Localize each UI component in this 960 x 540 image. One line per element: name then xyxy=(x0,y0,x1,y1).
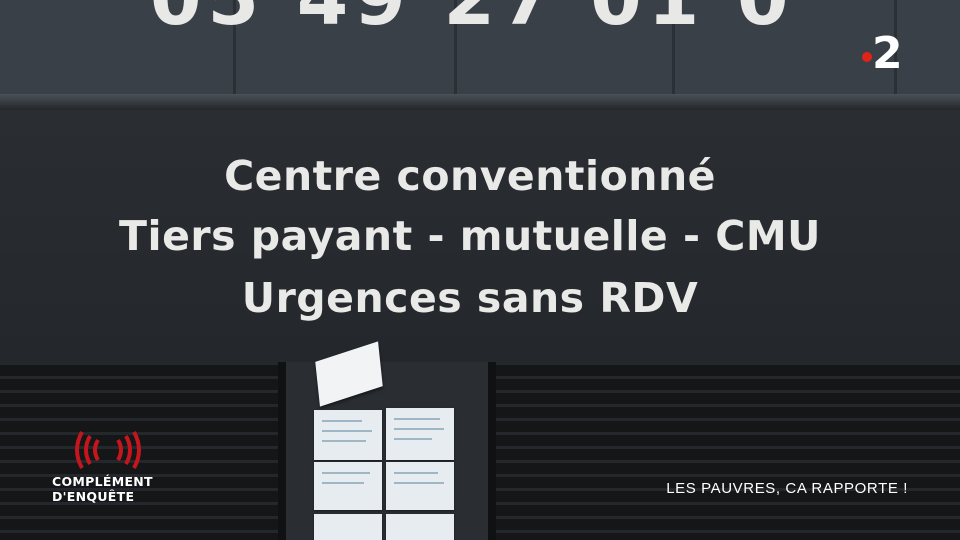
france-2-channel-logo: 2 xyxy=(862,30,910,78)
posted-notice xyxy=(314,462,382,510)
program-logo-line-1: COMPLÉMENT xyxy=(52,474,153,489)
wall-ledge xyxy=(0,94,960,110)
channel-logo-dot xyxy=(862,52,872,62)
program-logo-line-2: D'ENQUÊTE xyxy=(52,489,135,504)
sign-line-2: Tiers payant - mutuelle - CMU xyxy=(119,212,821,260)
shutter-frame xyxy=(278,362,286,540)
episode-title-caption: LES PAUVRES, CA RAPPORTE ! xyxy=(666,480,908,497)
posted-notice xyxy=(386,408,454,460)
sign-line-3: Urgences sans RDV xyxy=(241,274,699,322)
complement-denquete-logo: COMPLÉMENT D'ENQUÊTE xyxy=(52,428,172,508)
sound-waves-icon xyxy=(75,431,141,469)
shutter-frame xyxy=(488,362,496,540)
posted-notice xyxy=(314,410,382,460)
building-upper-wall: 05 49 27 01 0 xyxy=(0,0,960,96)
sign-line-1: Centre conventionné xyxy=(224,152,716,200)
metal-shutter-right xyxy=(496,362,960,540)
posted-notice xyxy=(386,462,454,510)
phone-number-letters: 05 49 27 01 0 xyxy=(150,0,960,42)
video-frame: 05 49 27 01 0 Centre conventionné Tiers … xyxy=(0,0,960,540)
posted-notice xyxy=(386,514,454,540)
storefront-sign-board: Centre conventionné Tiers payant - mutue… xyxy=(0,110,960,362)
posted-notice xyxy=(314,514,382,540)
channel-logo-number: 2 xyxy=(872,28,903,79)
